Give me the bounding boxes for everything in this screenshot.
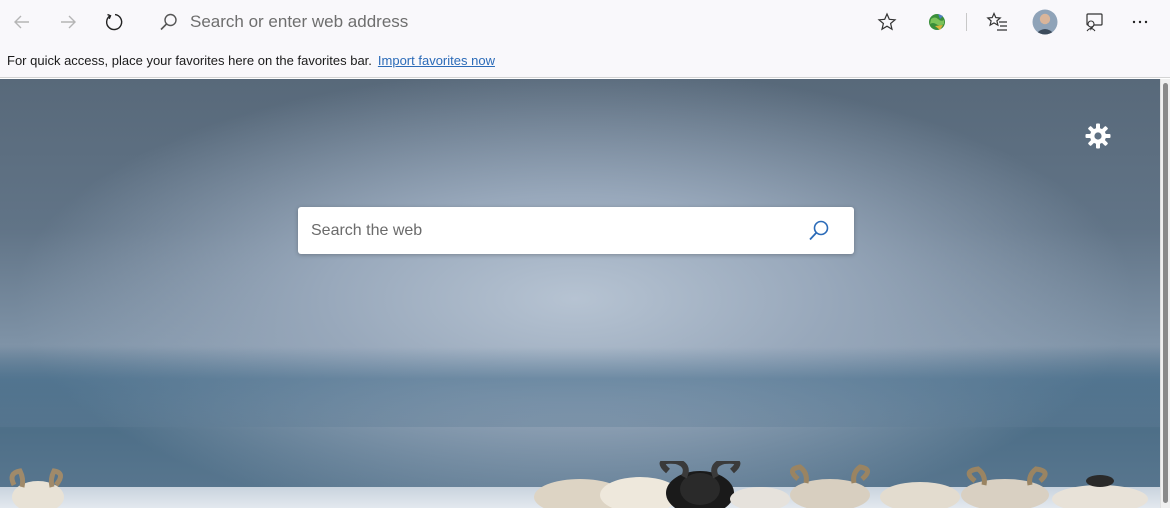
web-search-input[interactable] — [311, 221, 781, 240]
extension-button[interactable] — [921, 6, 953, 38]
favorites-button[interactable] — [981, 6, 1013, 38]
favorites-bar-message: For quick access, place your favorites h… — [7, 53, 372, 68]
search-icon — [160, 13, 177, 31]
favorites-list-icon — [986, 12, 1007, 31]
add-favorite-button[interactable] — [871, 6, 903, 38]
new-tab-page — [0, 79, 1160, 508]
feedback-icon — [1086, 13, 1103, 32]
import-favorites-link[interactable]: Import favorites now — [378, 53, 495, 68]
back-button[interactable] — [6, 6, 38, 38]
web-search-box[interactable] — [298, 207, 854, 254]
toolbar-divider — [966, 13, 967, 31]
gear-icon[interactable] — [1084, 122, 1112, 150]
back-arrow-icon — [14, 15, 29, 29]
vertical-scrollbar[interactable] — [1160, 79, 1170, 508]
forward-button[interactable] — [52, 6, 84, 38]
background-sheep-image — [9, 461, 1148, 508]
feedback-button[interactable] — [1078, 6, 1110, 38]
scrollbar-thumb[interactable] — [1163, 83, 1168, 503]
browser-toolbar — [0, 0, 1170, 44]
avatar — [1032, 9, 1058, 35]
search-icon[interactable] — [806, 218, 832, 244]
address-input[interactable] — [190, 12, 790, 32]
more-dots-icon — [1132, 20, 1148, 24]
more-button[interactable] — [1124, 6, 1156, 38]
address-bar[interactable] — [150, 6, 850, 38]
globe-extension-icon — [929, 14, 945, 30]
forward-arrow-icon — [61, 15, 76, 29]
refresh-icon — [105, 13, 123, 31]
profile-button[interactable] — [1029, 6, 1061, 38]
background-horizon — [0, 347, 1160, 427]
star-icon — [877, 12, 897, 31]
refresh-button[interactable] — [98, 6, 130, 38]
favorites-bar: For quick access, place your favorites h… — [0, 44, 1170, 78]
